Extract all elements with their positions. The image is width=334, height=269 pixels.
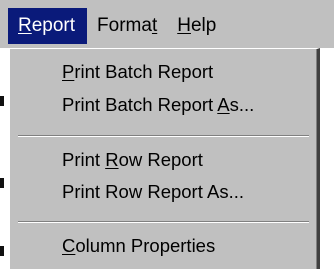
menu-item-column-properties[interactable]: Column Properties	[62, 234, 215, 258]
mnemonic: P	[62, 61, 75, 82]
mnemonic: R	[105, 149, 119, 170]
mnemonic: C	[62, 235, 76, 256]
mnemonic: A	[217, 94, 230, 115]
menu-help[interactable]: Help	[167, 8, 226, 44]
menu-item-print-row-report[interactable]: Print Row Report	[62, 148, 203, 172]
menu-report[interactable]: Report	[8, 7, 88, 44]
mnemonic: t	[151, 14, 158, 36]
menu-item-print-batch-report-as[interactable]: Print Batch Report As...	[62, 93, 254, 117]
mnemonic: R	[18, 14, 32, 36]
menu-separator	[18, 135, 309, 137]
menu-bar: Report Forma t Help	[0, 0, 334, 48]
edge-artifact	[0, 246, 4, 256]
edge-artifact	[0, 96, 4, 106]
edge-artifact	[0, 178, 4, 188]
menu-format[interactable]: Forma t	[87, 8, 167, 44]
mnemonic: H	[177, 14, 191, 36]
report-dropdown-menu: Print Batch Report Print Batch Report As…	[8, 48, 320, 269]
menu-separator	[18, 221, 309, 223]
menu-item-print-row-report-as[interactable]: Print Row Report As...	[62, 180, 244, 204]
menu-item-print-batch-report[interactable]: Print Batch Report	[62, 60, 213, 84]
